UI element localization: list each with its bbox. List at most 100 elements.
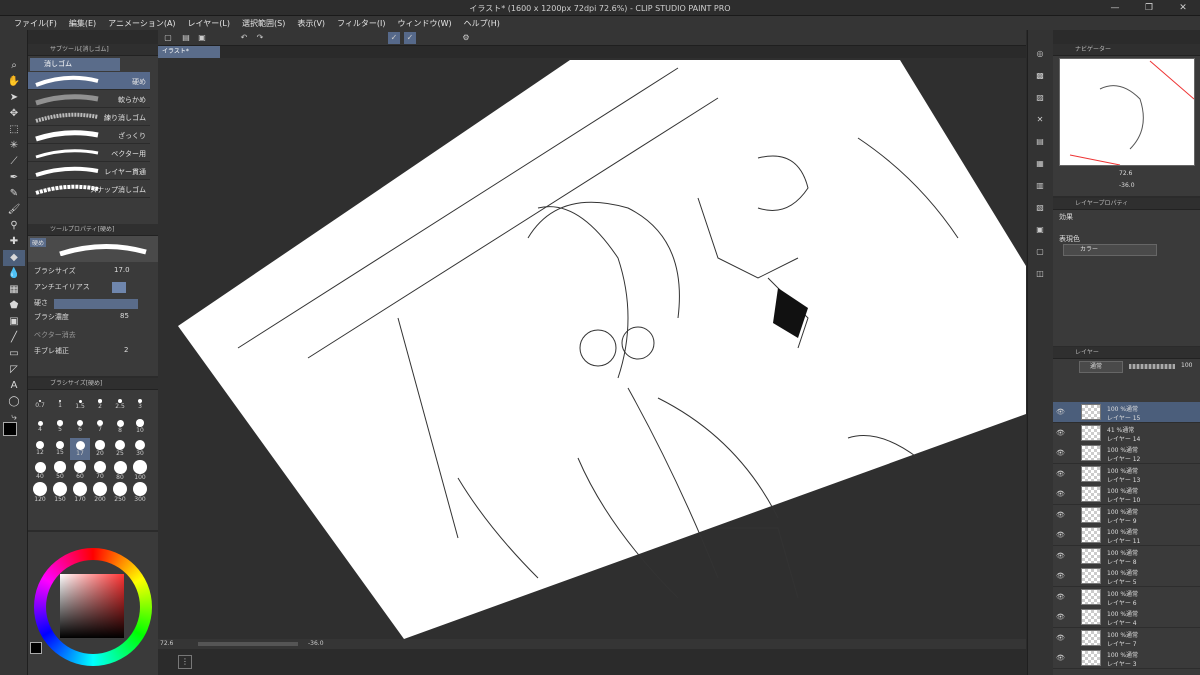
brush-size-cell[interactable]: 5 xyxy=(50,416,70,438)
menu-animation[interactable]: アニメーション(A) xyxy=(102,18,181,29)
color-set-icon[interactable]: ▢ xyxy=(1034,246,1046,258)
history-icon[interactable]: ▤ xyxy=(1034,136,1046,148)
rotation-value[interactable]: -36.0 xyxy=(308,640,324,647)
eye-icon[interactable]: 👁 xyxy=(1056,531,1065,539)
menu-layer[interactable]: レイヤー(L) xyxy=(182,18,236,29)
saturation-value-square[interactable] xyxy=(60,574,124,638)
material-icon[interactable]: ◎ xyxy=(1034,48,1046,60)
zoom-tool-icon[interactable]: ⌕ xyxy=(3,58,25,74)
minimize-icon[interactable]: — xyxy=(1098,0,1132,16)
hardness-row[interactable]: 硬さ xyxy=(34,298,148,312)
brush-size-cell[interactable]: 10 xyxy=(130,416,150,438)
brush-size-cell[interactable]: 40 xyxy=(30,460,50,482)
airbrush-tool-icon[interactable]: ⚲ xyxy=(3,218,25,234)
quick-access-icon[interactable]: ▣ xyxy=(1034,224,1046,236)
move-tool-icon[interactable]: ✥ xyxy=(3,106,25,122)
brush-size-cell[interactable]: 30 xyxy=(130,438,150,460)
brush-size-cell[interactable]: 1 xyxy=(50,394,70,416)
brush-item-through-layers[interactable]: レイヤー貫通 xyxy=(28,162,150,180)
brush-tool-icon[interactable]: 🖌 xyxy=(3,202,25,218)
magic-wand-icon[interactable]: ✳ xyxy=(3,138,25,154)
text-tool-icon[interactable]: A xyxy=(3,378,25,394)
brush-size-cell[interactable]: 4 xyxy=(30,416,50,438)
menu-selection[interactable]: 選択範囲(S) xyxy=(236,18,291,29)
eye-icon[interactable]: 👁 xyxy=(1056,408,1065,416)
balloon-tool-icon[interactable]: ◯ xyxy=(3,394,25,410)
brush-size-cell[interactable]: 150 xyxy=(50,482,70,504)
maximize-icon[interactable]: ❐ xyxy=(1132,0,1166,16)
eye-icon[interactable]: 👁 xyxy=(1056,634,1065,642)
blend-tool-icon[interactable]: 💧 xyxy=(3,266,25,282)
layer-row[interactable]: 👁 100 %通常 レイヤー 4 xyxy=(1053,607,1200,628)
eraser-tool-icon[interactable]: ◆ xyxy=(3,250,25,266)
color-history-icon[interactable]: ◫ xyxy=(1034,268,1046,280)
open-file-icon[interactable]: ▤ xyxy=(180,32,192,44)
main-color-swatch[interactable] xyxy=(3,422,17,436)
eye-icon[interactable]: 👁 xyxy=(1056,490,1065,498)
eye-icon[interactable]: 👁 xyxy=(1056,552,1065,560)
navigator-angle-value[interactable]: -36.0 xyxy=(1119,182,1135,189)
navigator-zoom-value[interactable]: 72.6 xyxy=(1119,170,1132,177)
brush-size-cell[interactable]: 15 xyxy=(50,438,70,460)
layer-row[interactable]: 👁 100 %通常 レイヤー 6 xyxy=(1053,586,1200,608)
stabilization-row[interactable]: 手ブレ補正 2 xyxy=(34,346,148,360)
eye-icon[interactable]: 👁 xyxy=(1056,511,1065,519)
subtool-group-tab[interactable]: 消しゴム xyxy=(30,58,120,71)
eye-icon[interactable]: 👁 xyxy=(1056,449,1065,457)
gradient-tool-icon[interactable]: ▣ xyxy=(3,314,25,330)
item-bank-icon[interactable]: ▨ xyxy=(1034,92,1046,104)
ruler-tool-icon[interactable]: ▦ xyxy=(3,282,25,298)
stabilization-value[interactable]: 2 xyxy=(124,346,128,354)
brush-size-cell[interactable]: 1.5 xyxy=(70,394,90,416)
pencil-tool-icon[interactable]: ✎ xyxy=(3,186,25,202)
brush-item-hard[interactable]: 硬め xyxy=(28,72,150,90)
eye-icon[interactable]: 👁 xyxy=(1056,572,1065,580)
layer-row[interactable]: 👁 100 %通常 レイヤー 10 xyxy=(1053,484,1200,505)
brush-size-cell[interactable]: 200 xyxy=(90,482,110,504)
operation-tool-icon[interactable]: ➤ xyxy=(3,90,25,106)
frame-tool-icon[interactable]: ▭ xyxy=(3,346,25,362)
brush-size-cell[interactable]: 70 xyxy=(90,460,110,482)
close-icon[interactable]: ✕ xyxy=(1166,0,1200,16)
tool-list-icon[interactable]: ▥ xyxy=(1034,180,1046,192)
auto-action-icon[interactable]: ▦ xyxy=(1034,158,1046,170)
antialias-mid-option[interactable] xyxy=(112,282,126,293)
layer-row[interactable]: 👁 100 %通常 レイヤー 7 xyxy=(1053,627,1200,649)
new-file-icon[interactable]: ▢ xyxy=(162,32,174,44)
brush-size-cell[interactable]: 2 xyxy=(90,394,110,416)
density-row[interactable]: ブラシ濃度 85 xyxy=(34,312,148,326)
blend-mode-select[interactable]: 通常 xyxy=(1079,361,1123,373)
menu-window[interactable]: ウィンドウ(W) xyxy=(392,18,458,29)
layer-row[interactable]: 👁 100 %通常 レイヤー 15 xyxy=(1053,402,1200,423)
brush-size-cell[interactable]: 6 xyxy=(70,416,90,438)
eye-icon[interactable]: 👁 xyxy=(1056,613,1065,621)
vector-erase-row[interactable]: ベクター消去 xyxy=(34,330,148,344)
layer-row[interactable]: 👁 100 %通常 レイヤー 8 xyxy=(1053,545,1200,567)
hardness-bar[interactable] xyxy=(54,299,138,309)
brush-item-soft[interactable]: 軟らかめ xyxy=(28,90,150,108)
brush-size-cell[interactable]: 17 xyxy=(70,438,90,460)
layer-row[interactable]: 👁 100 %通常 レイヤー 9 xyxy=(1053,504,1200,526)
canvas-viewport[interactable] xyxy=(158,58,1026,639)
brush-size-cell[interactable]: 50 xyxy=(50,460,70,482)
menu-help[interactable]: ヘルプ(H) xyxy=(458,18,506,29)
brush-size-cell[interactable]: 25 xyxy=(110,438,130,460)
settings-icon[interactable]: ⚙ xyxy=(460,32,472,44)
brush-item-vector[interactable]: ベクター用 xyxy=(28,144,150,162)
eye-icon[interactable]: 👁 xyxy=(1056,429,1065,437)
brush-size-cell[interactable]: 120 xyxy=(30,482,50,504)
brush-size-cell[interactable]: 80 xyxy=(110,460,130,482)
expression-color-select[interactable]: カラー xyxy=(1063,244,1157,256)
layer-row[interactable]: 👁 41 %通常 レイヤー 14 xyxy=(1053,422,1200,444)
antialias-row[interactable]: アンチエイリアス xyxy=(34,282,148,296)
timeline-icon[interactable]: ⋮ xyxy=(178,655,192,669)
brush-item-rough[interactable]: ざっくり xyxy=(28,126,150,144)
eye-icon[interactable]: 👁 xyxy=(1056,593,1065,601)
menu-edit[interactable]: 編集(E) xyxy=(63,18,102,29)
brush-size-cell[interactable]: 100 xyxy=(130,460,150,482)
undo-icon[interactable]: ↶ xyxy=(238,32,250,44)
brush-size-value[interactable]: 17.0 xyxy=(114,266,130,274)
brush-item-kneaded[interactable]: 練り消しゴム xyxy=(28,108,150,126)
brush-size-cell[interactable]: 3 xyxy=(130,394,150,416)
brush-size-row[interactable]: ブラシサイズ 17.0 xyxy=(34,266,148,280)
